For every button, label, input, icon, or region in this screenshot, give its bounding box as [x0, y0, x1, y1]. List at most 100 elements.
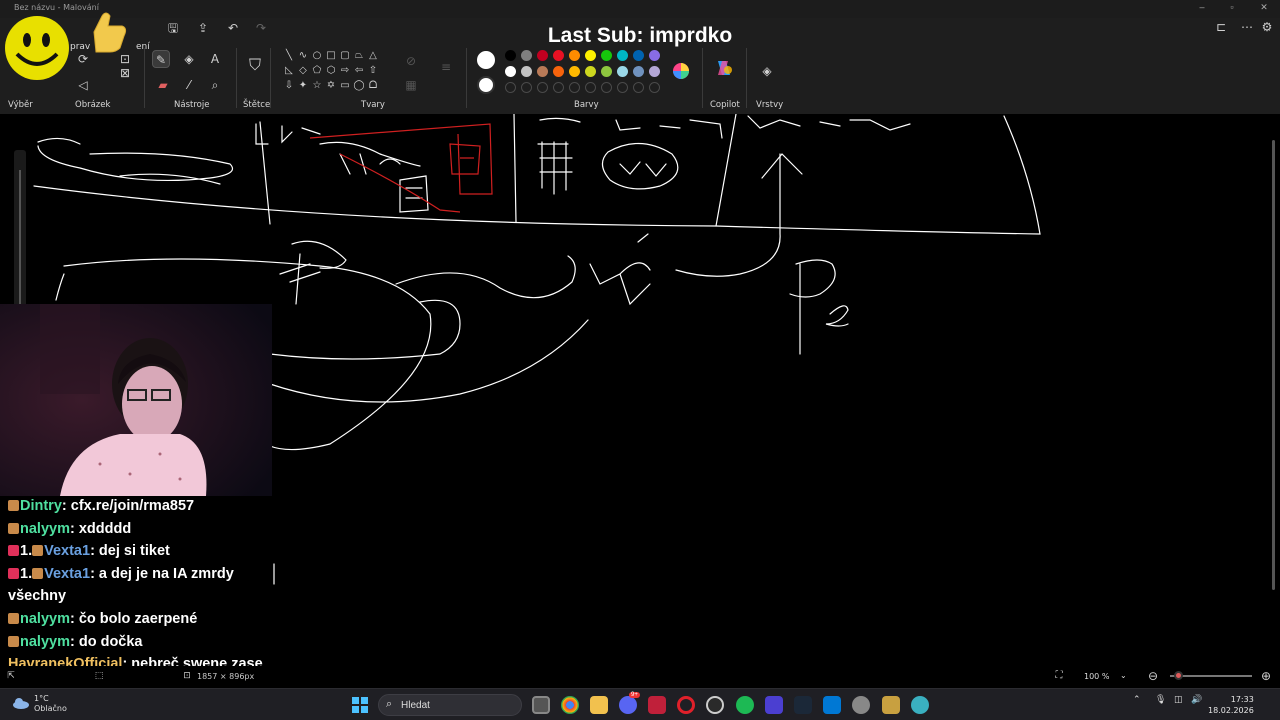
polygon-shape-icon[interactable]: ⏢ [353, 50, 365, 62]
custom-color-slot[interactable] [537, 82, 548, 93]
settings-gear-icon[interactable]: ⚙ [1258, 18, 1276, 36]
pencil-icon[interactable]: ✎ [152, 50, 170, 68]
share-icon[interactable]: ⇪ [194, 19, 212, 37]
palette-swatch[interactable] [617, 50, 628, 61]
callout-oval-shape-icon[interactable]: ◯ [353, 80, 365, 92]
custom-color-slot[interactable] [521, 82, 532, 93]
color-wheel-icon[interactable] [672, 62, 690, 80]
save-icon[interactable]: 🖫 [164, 19, 182, 37]
task-view-icon[interactable] [532, 696, 550, 714]
outline-icon[interactable]: ⊘ [402, 52, 420, 70]
palette-swatch[interactable] [633, 50, 644, 61]
pentagon-shape-icon[interactable]: ⬠ [311, 65, 323, 77]
palette-swatch[interactable] [601, 66, 612, 77]
palette-swatch[interactable] [617, 66, 628, 77]
layers-icon[interactable]: ◈ [758, 62, 776, 80]
microphone-icon[interactable]: 🎙 [1155, 695, 1166, 705]
palette-swatch[interactable] [649, 50, 660, 61]
palette-swatch[interactable] [521, 50, 532, 61]
undo-icon[interactable]: ↶ [224, 19, 242, 37]
callout-rect-shape-icon[interactable]: ▭ [339, 80, 351, 92]
palette-swatch[interactable] [585, 50, 596, 61]
shape-size-icon[interactable]: ≡ [437, 58, 455, 76]
image-select-icon[interactable]: ⊠ [116, 64, 134, 82]
chevron-up-icon[interactable]: ⌃ [1133, 695, 1141, 705]
windows-start-icon[interactable] [352, 697, 368, 713]
redo-icon[interactable]: ↷ [252, 19, 270, 37]
chat-username[interactable]: Vexta1 [44, 543, 90, 559]
oval-shape-icon[interactable]: ○ [311, 50, 323, 62]
arrow-right-shape-icon[interactable]: ⇨ [339, 65, 351, 77]
custom-color-slot[interactable] [633, 82, 644, 93]
line-shape-icon[interactable]: ╲ [283, 50, 295, 62]
diamond-shape-icon[interactable]: ◇ [297, 65, 309, 77]
feedback-icon[interactable]: ⊏ [1212, 18, 1230, 36]
custom-color-slot[interactable] [505, 82, 516, 93]
star4-shape-icon[interactable]: ✦ [297, 80, 309, 92]
league-icon[interactable] [882, 696, 900, 714]
taskbar-search[interactable]: ⌕ Hledat [378, 694, 522, 716]
maximize-button[interactable]: ▫ [1222, 2, 1242, 12]
vscode-icon[interactable] [823, 696, 841, 714]
palette-swatch[interactable] [537, 66, 548, 77]
star5-shape-icon[interactable]: ☆ [311, 80, 323, 92]
arrow-up-shape-icon[interactable]: ⇧ [367, 65, 379, 77]
chat-username[interactable]: nalyym [20, 611, 70, 627]
custom-color-slot[interactable] [569, 82, 580, 93]
zoom-in-icon[interactable]: ⊕ [1257, 667, 1275, 685]
palette-swatch[interactable] [569, 66, 580, 77]
brush-icon[interactable]: ⛉ [246, 56, 264, 74]
weather-widget[interactable]: 1°C Oblačno [34, 694, 67, 714]
custom-color-slot[interactable] [601, 82, 612, 93]
file-explorer-icon[interactable] [590, 696, 608, 714]
palette-swatch[interactable] [585, 66, 596, 77]
app-red-icon[interactable] [648, 696, 666, 714]
text-icon[interactable]: A [206, 50, 224, 68]
crop-icon[interactable]: ⟳ [74, 50, 92, 68]
palette-swatch[interactable] [553, 50, 564, 61]
palette-swatch[interactable] [649, 66, 660, 77]
steam-like-icon[interactable] [706, 696, 724, 714]
zoom-select[interactable]: 100 % ⌄ [1076, 668, 1138, 684]
vertical-scrollbar[interactable] [1272, 140, 1275, 590]
system-clock[interactable]: 17:33 18.02.2026 [1208, 694, 1254, 716]
magnifier-icon[interactable]: ⌕ [206, 76, 224, 94]
palette-swatch[interactable] [569, 50, 580, 61]
discord-icon[interactable] [619, 696, 637, 714]
fit-to-window-icon[interactable]: ⛶ [1050, 667, 1068, 685]
fill-icon[interactable]: ◈ [180, 50, 198, 68]
copilot-icon[interactable] [714, 58, 734, 78]
curve-shape-icon[interactable]: ∿ [297, 50, 309, 62]
triangle-shape-icon[interactable]: △ [367, 50, 379, 62]
chat-username[interactable]: Dintry [20, 498, 62, 514]
callout-cloud-shape-icon[interactable]: ᗝ [367, 80, 379, 92]
zoom-slider-knob[interactable] [1174, 671, 1184, 680]
primary-color-swatch[interactable] [477, 51, 495, 69]
close-button[interactable]: ✕ [1254, 2, 1274, 13]
palette-swatch[interactable] [633, 66, 644, 77]
palette-swatch[interactable] [601, 50, 612, 61]
eraser-icon[interactable]: ▰ [154, 76, 172, 94]
minimize-button[interactable]: – [1192, 2, 1212, 12]
settings-icon[interactable] [852, 696, 870, 714]
palette-swatch[interactable] [553, 66, 564, 77]
hexagon-shape-icon[interactable]: ⬡ [325, 65, 337, 77]
steam-icon[interactable] [794, 696, 812, 714]
fill-shape-icon[interactable]: ▦ [402, 76, 420, 94]
zoom-out-icon[interactable]: ⊖ [1144, 667, 1162, 685]
flip-icon[interactable]: ◁ [74, 76, 92, 94]
custom-color-slot[interactable] [617, 82, 628, 93]
paint-icon[interactable] [911, 696, 929, 714]
custom-color-slot[interactable] [585, 82, 596, 93]
right-triangle-shape-icon[interactable]: ◺ [283, 65, 295, 77]
spotify-icon[interactable] [736, 696, 754, 714]
palette-swatch[interactable] [505, 50, 516, 61]
arrow-down-shape-icon[interactable]: ⇩ [283, 80, 295, 92]
opera-icon[interactable] [677, 696, 695, 714]
chat-username[interactable]: Vexta1 [44, 566, 90, 582]
arrow-left-shape-icon[interactable]: ⇦ [353, 65, 365, 77]
chat-username[interactable]: nalyym [20, 521, 70, 537]
rounded-rect-shape-icon[interactable]: ▢ [339, 50, 351, 62]
more-icon[interactable]: ⋯ [1238, 18, 1256, 36]
brush-size-slider[interactable] [14, 150, 26, 310]
